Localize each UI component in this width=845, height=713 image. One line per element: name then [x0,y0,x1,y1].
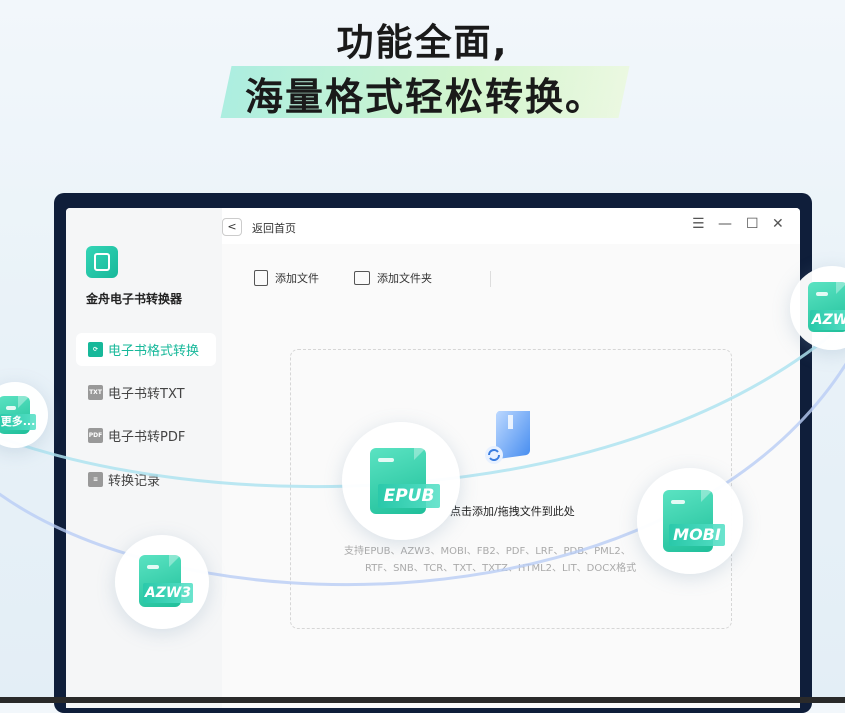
headline-line2-wrap: 海量格式轻松转换。 [220,62,630,120]
more-label: 更多... [0,414,36,430]
headline-line1: 功能全面, [336,21,509,64]
txt-file-icon: TXT [88,385,103,400]
refresh-book-icon: ⟳ [88,342,103,357]
title-bar: < 返回首页 ☰ — ☐ ✕ [222,208,800,244]
mobi-label: MOBI [669,524,725,546]
supported-formats-line1: 支持EPUB、AZW3、MOBI、FB2、PDF、LRF、PDB、PML2、 [344,546,631,557]
azw3-label: AZW3 [143,583,193,603]
azw-label: AZW [810,310,845,330]
drop-zone-label: 点击添加/拖拽文件到此处 [450,505,575,518]
close-icon[interactable]: ✕ [772,216,784,232]
menu-icon[interactable]: ☰ [692,216,705,232]
sidebar-item-label: 电子书格式转换 [108,344,200,359]
back-home-link[interactable]: 返回首页 [252,220,296,236]
list-icon: ≡ [88,472,103,487]
epub-badge: EPUB [342,422,460,540]
sidebar-item-format-convert[interactable]: ⟳ 电子书格式转换 [76,333,216,366]
add-folder-button[interactable]: 添加文件夹 [354,270,432,286]
back-button[interactable]: < [222,218,242,236]
epub-label: EPUB [378,484,440,508]
mobi-badge: MOBI [637,468,743,574]
sidebar-item-to-txt[interactable]: TXT 电子书转TXT [76,376,216,409]
book-convert-icon [485,411,530,464]
sidebar-item-label: 电子书转TXT [108,387,185,402]
main-panel: < 返回首页 ☰ — ☐ ✕ 添加文件 添加文件夹 点击添加/拖拽文件到此处 支… [222,208,800,708]
app-logo-icon [86,246,118,278]
add-file-icon [254,270,268,286]
pdf-file-icon: PDF [88,428,103,443]
sidebar-item-to-pdf[interactable]: PDF 电子书转PDF [76,419,216,452]
more-formats-badge: 更多... [0,382,48,448]
minimize-icon[interactable]: — [718,216,732,232]
add-file-button[interactable]: 添加文件 [254,270,319,286]
add-folder-label: 添加文件夹 [377,272,432,285]
sidebar-item-label: 电子书转PDF [108,430,186,445]
maximize-icon[interactable]: ☐ [746,216,759,232]
add-file-label: 添加文件 [275,272,319,285]
azw3-badge: AZW3 [115,535,209,629]
toolbar-divider [490,271,491,287]
sidebar: 金舟电子书转换器 ⟳ 电子书格式转换 TXT 电子书转TXT PDF 电子书转P… [66,208,222,708]
add-folder-icon [354,271,370,285]
app-name: 金舟电子书转换器 [86,292,183,306]
sidebar-item-history[interactable]: ≡ 转换记录 [76,463,216,496]
bottom-edge [0,697,845,703]
sidebar-item-label: 转换记录 [108,474,161,489]
headline-line2: 海量格式轻松转换。 [244,75,605,119]
supported-formats-line2: RTF、SNB、TCR、TXT、TXTZ、HTML2、LIT、DOCX格式 [365,563,637,574]
